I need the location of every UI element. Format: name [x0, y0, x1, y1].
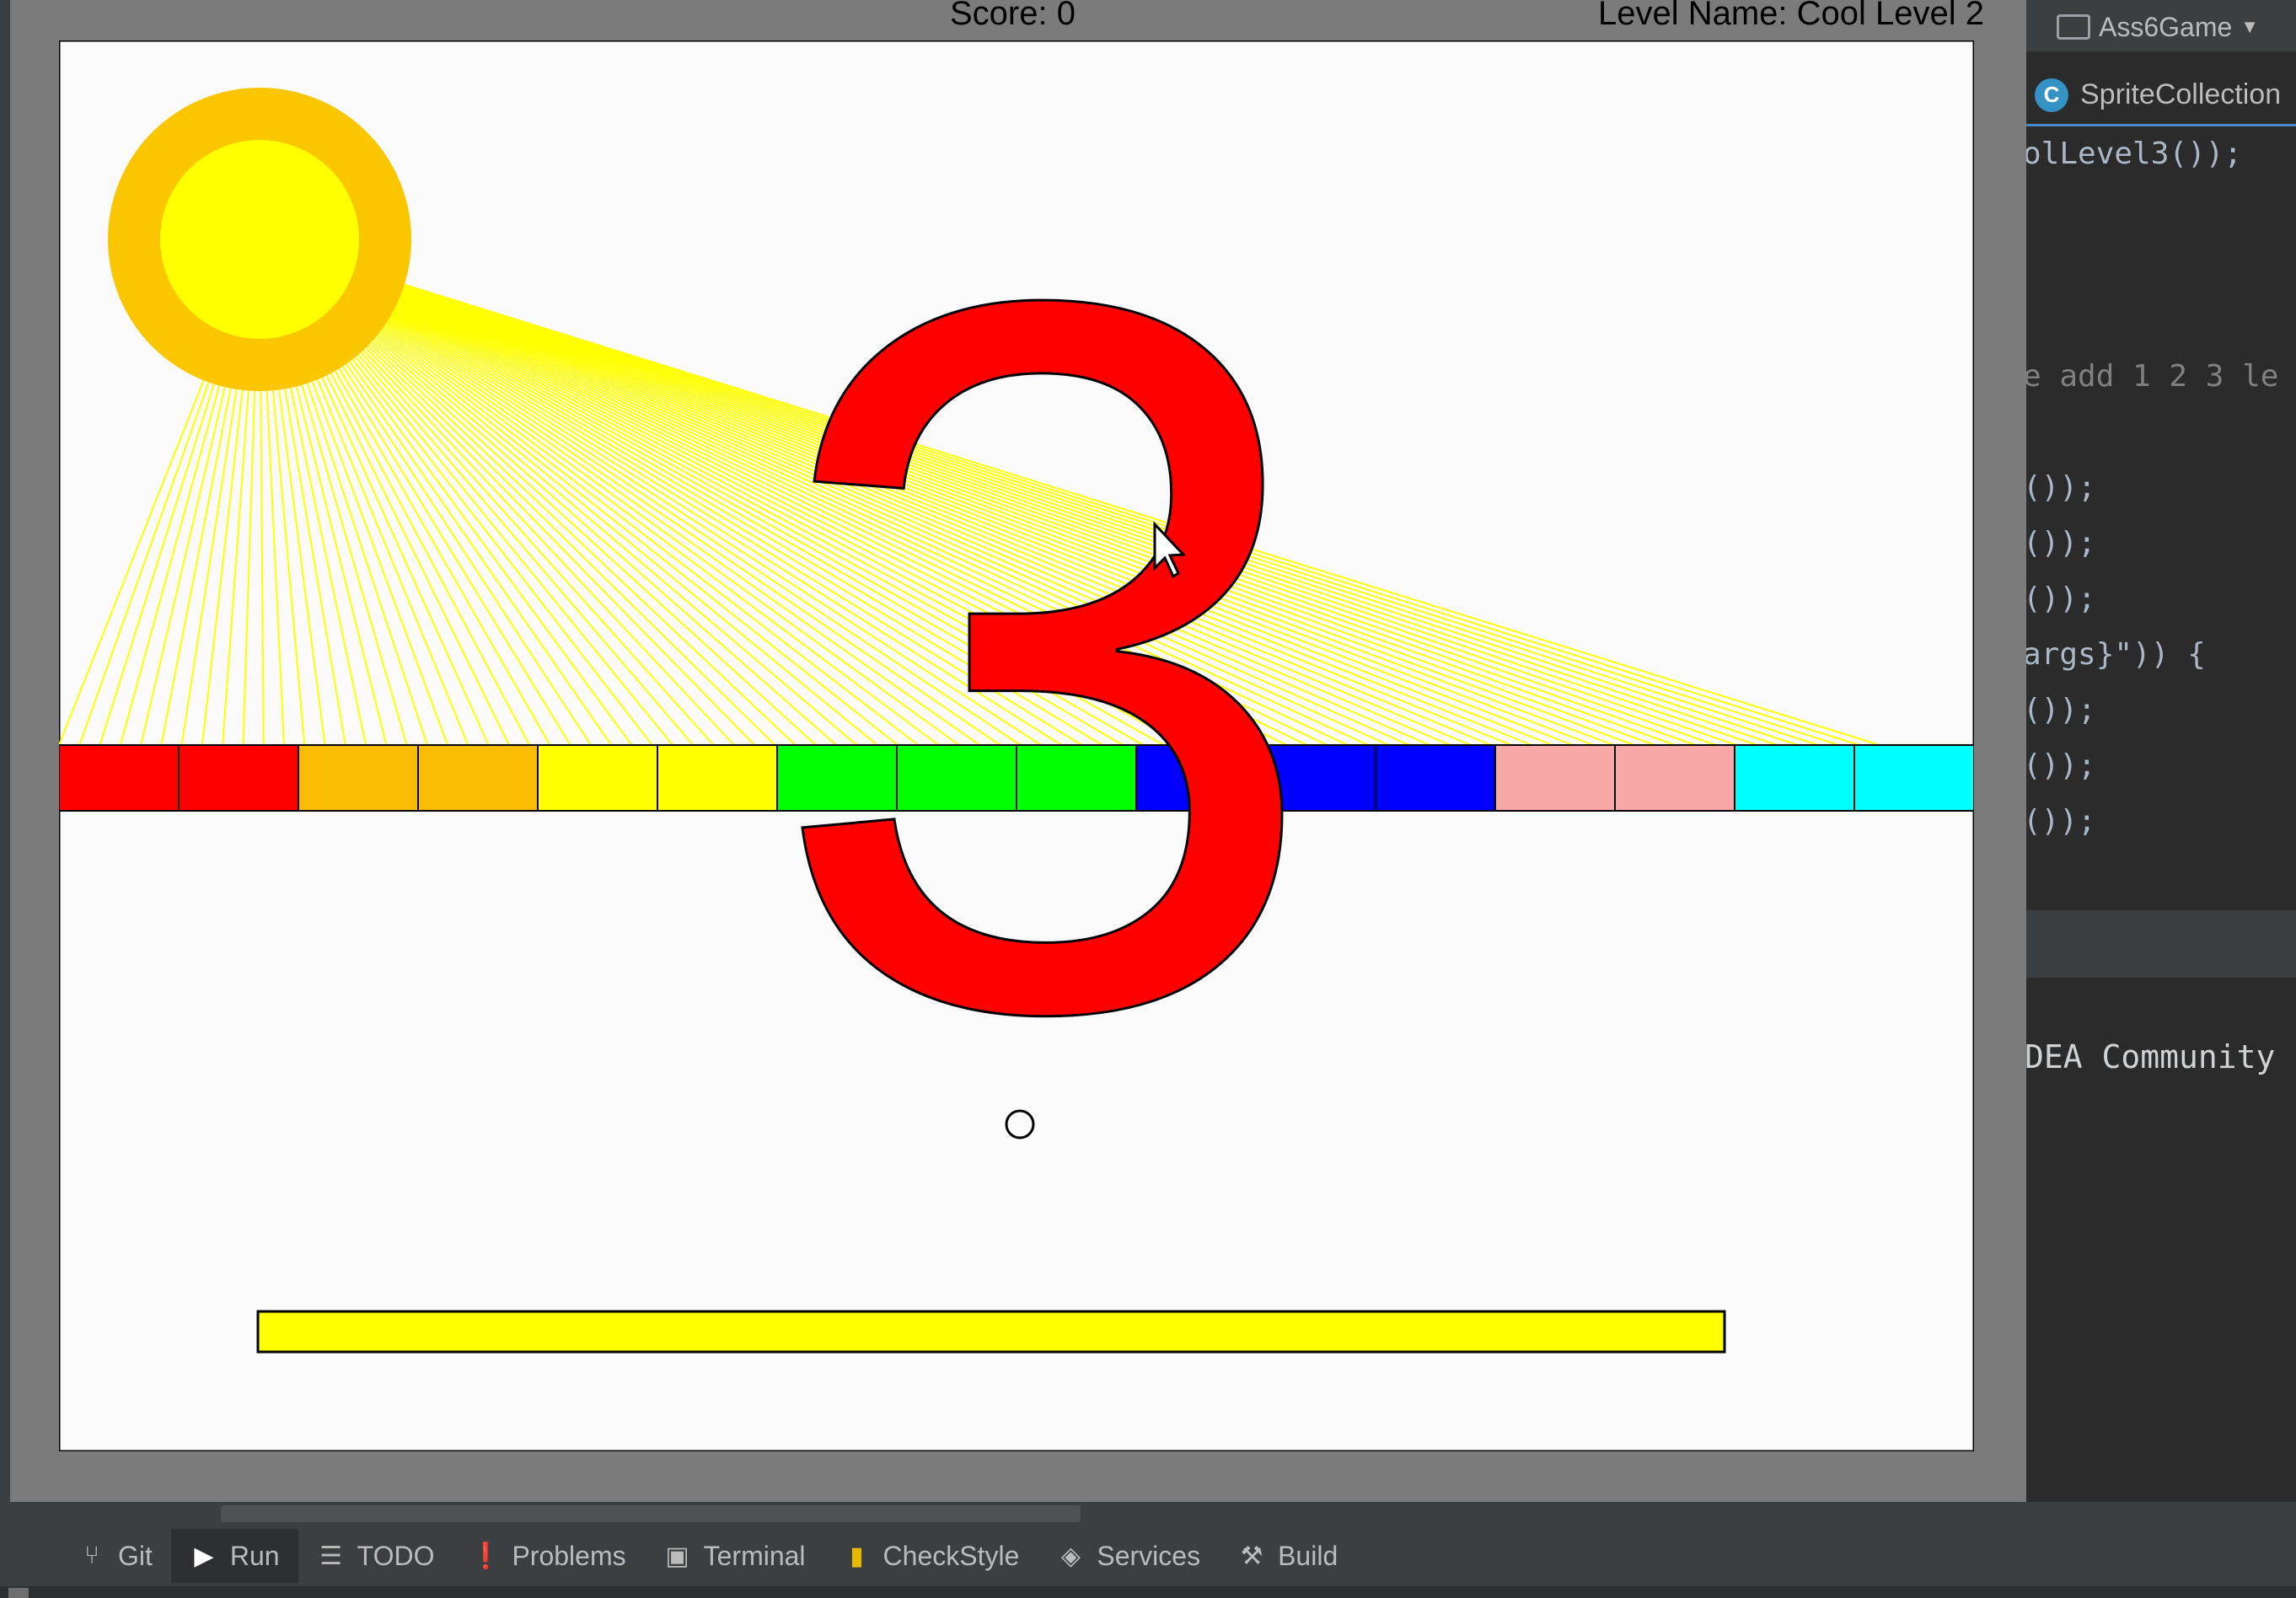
code-line: ()); — [2023, 748, 2096, 783]
tab-label: CheckStyle — [882, 1540, 1020, 1571]
git-icon: ⑂ — [84, 1542, 99, 1569]
console-text: DEA Community — [2025, 1038, 2276, 1075]
problems-icon: ❗ — [469, 1542, 502, 1570]
code-line: ()); — [2023, 582, 2096, 616]
java-class-icon: C — [2035, 78, 2068, 112]
run-icon: ▶ — [194, 1542, 214, 1570]
code-line: ()); — [2023, 470, 2096, 505]
tab-services[interactable]: ◈ Services — [1038, 1529, 1219, 1583]
code-line: ()); — [2023, 693, 2096, 727]
run-configuration-selector[interactable]: Ass6Game ▼ — [2057, 10, 2259, 44]
tab-label: Build — [1278, 1540, 1338, 1571]
status-indicator — [8, 1588, 29, 1598]
tab-terminal[interactable]: ▣ Terminal — [645, 1529, 824, 1583]
code-line: ()); — [2023, 526, 2096, 560]
block — [298, 744, 419, 812]
game-window[interactable]: Score: 0 Level Name: Cool Level 2 3 — [10, 0, 2026, 1502]
editor-tab-label: SpriteCollection — [2080, 78, 2282, 110]
block — [1494, 744, 1616, 812]
tab-checkstyle[interactable]: ▮ CheckStyle — [824, 1529, 1038, 1583]
terminal-icon: ▣ — [665, 1542, 689, 1570]
list-icon: ☰ — [319, 1542, 343, 1570]
services-icon: ◈ — [1060, 1542, 1081, 1570]
tab-problems[interactable]: ❗ Problems — [453, 1529, 644, 1583]
tab-label: Services — [1097, 1540, 1201, 1571]
countdown-number: 3 — [764, 92, 1326, 1221]
code-line: olLevel3()); — [2023, 137, 2243, 171]
tab-build[interactable]: ⚒ Build — [1219, 1529, 1356, 1583]
game-drawing: 3 — [59, 40, 1974, 1451]
sun-inner-circle — [160, 140, 359, 339]
editor-tab-spritecollection[interactable]: C SpriteCollection — [2026, 66, 2296, 126]
application-icon — [2057, 14, 2090, 40]
game-canvas[interactable]: 3 — [59, 40, 1974, 1451]
block — [178, 744, 299, 812]
run-configuration-label: Ass6Game — [2099, 11, 2233, 42]
tab-label: Git — [118, 1540, 153, 1571]
game-status-bar: Score: 0 Level Name: Cool Level 2 — [69, 0, 1984, 40]
block — [1853, 744, 1974, 812]
block — [1614, 744, 1735, 812]
block — [1734, 744, 1855, 812]
score-label: Score: 0 — [950, 0, 1076, 32]
tool-window-bar: ⑂ Git ▶ Run ☰ TODO ❗ Problems ▣ Terminal… — [0, 1526, 2296, 1586]
tab-git[interactable]: ⑂ Git — [59, 1529, 171, 1583]
paddle[interactable] — [256, 1310, 1726, 1354]
horizontal-scrollbar[interactable] — [221, 1505, 1081, 1522]
tab-run[interactable]: ▶ Run — [170, 1529, 298, 1583]
chevron-down-icon: ▼ — [2240, 16, 2260, 37]
code-line: ()); — [2023, 804, 2096, 839]
tab-label: Problems — [512, 1540, 626, 1571]
level-name-label: Level Name: Cool Level 2 — [1597, 0, 1984, 32]
tab-todo[interactable]: ☰ TODO — [298, 1529, 453, 1583]
status-bar — [0, 1586, 2296, 1598]
console-header — [2026, 910, 2296, 978]
block — [537, 744, 658, 812]
checkstyle-icon: ▮ — [850, 1542, 864, 1570]
block — [657, 744, 778, 812]
block — [417, 744, 539, 812]
tab-label: TODO — [357, 1540, 435, 1571]
block — [1375, 744, 1496, 812]
block — [59, 744, 180, 812]
tab-label: Run — [229, 1540, 280, 1571]
code-comment-line: e add 1 2 3 le — [2023, 359, 2279, 394]
run-configuration-bar: Ass6Game ▼ — [2026, 0, 2296, 52]
tab-label: Terminal — [703, 1540, 806, 1571]
code-line: args}")) { — [2023, 637, 2206, 672]
hammer-icon: ⚒ — [1240, 1542, 1263, 1570]
